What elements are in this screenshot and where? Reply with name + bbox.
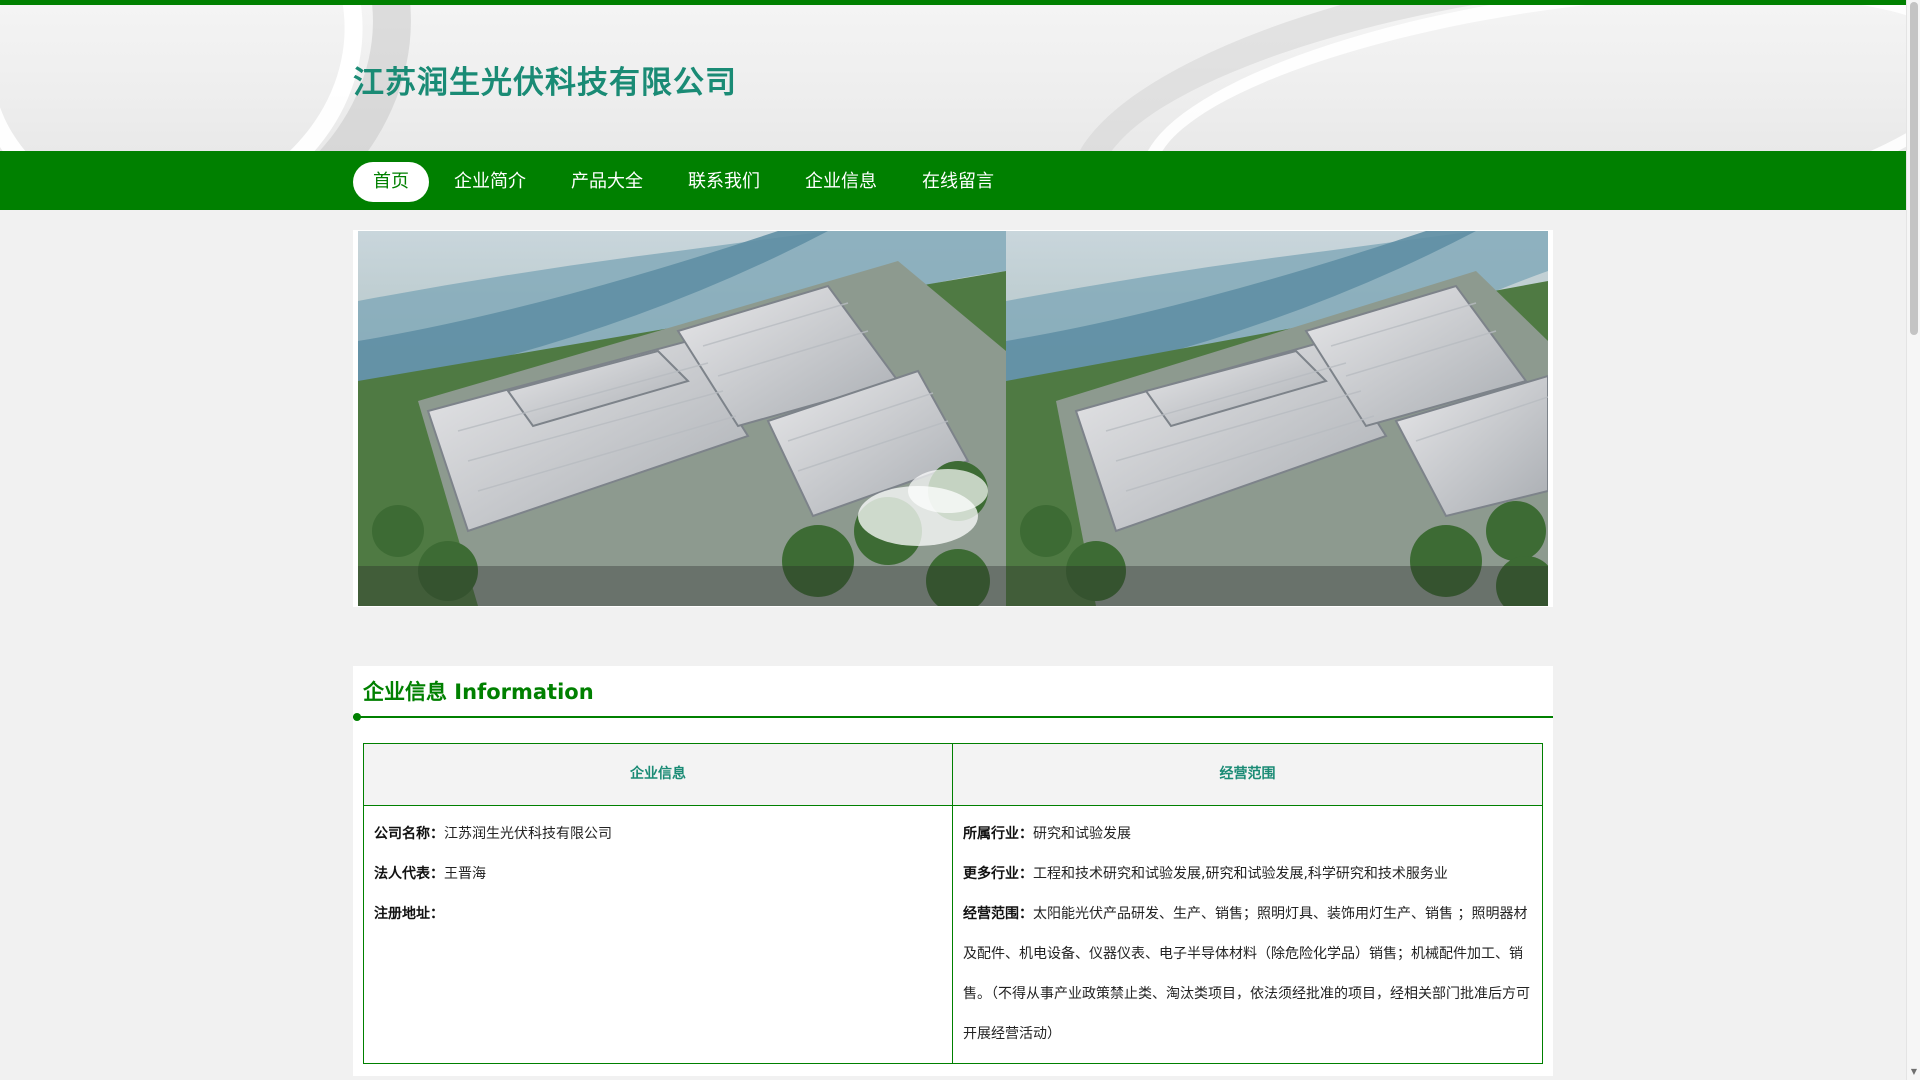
business-scope-column: 经营范围 所属行业：研究和试验发展 更多行业：工程和技术研究和试验发展,研究和试…	[953, 744, 1542, 1063]
nav-item-contact[interactable]: 联系我们	[675, 162, 773, 202]
field-label: 法人代表：	[374, 866, 444, 882]
site-title[interactable]: 江苏润生光伏科技有限公司	[353, 57, 737, 102]
company-info-column: 企业信息 公司名称：江苏润生光伏科技有限公司 法人代表：王晋海 注册地址：	[364, 744, 953, 1063]
banner-image-factory-aerial[interactable]	[358, 231, 1006, 606]
company-info-body: 公司名称：江苏润生光伏科技有限公司 法人代表：王晋海 注册地址：	[364, 806, 952, 934]
heading-dot-decoration	[353, 713, 361, 721]
header-swoosh-decoration	[1124, 5, 1906, 151]
field-label: 公司名称：	[374, 826, 444, 842]
business-scope-body: 所属行业：研究和试验发展 更多行业：工程和技术研究和试验发展,研究和试验发展,科…	[953, 806, 1542, 1054]
company-name-field: 公司名称：江苏润生光伏科技有限公司	[374, 814, 942, 854]
nav-item-products[interactable]: 产品大全	[558, 162, 656, 202]
field-value: 太阳能光伏产品研发、生产、销售；照明灯具、装饰用灯生产、销售 ；照明器材及配件、…	[963, 906, 1530, 1042]
section-heading: 企业信息 Information	[363, 680, 594, 704]
scrollbar-thumb[interactable]	[1910, 2, 1918, 335]
field-value: 研究和试验发展	[1033, 826, 1131, 842]
business-scope-header: 经营范围	[953, 744, 1542, 806]
more-industries-field: 更多行业：工程和技术研究和试验发展,研究和试验发展,科学研究和技术服务业	[963, 854, 1532, 894]
nav-item-company-info[interactable]: 企业信息	[792, 162, 890, 202]
legal-representative-field: 法人代表：王晋海	[374, 854, 942, 894]
nav-item-about[interactable]: 企业简介	[441, 162, 539, 202]
business-scope-field: 经营范围：太阳能光伏产品研发、生产、销售；照明灯具、装饰用灯生产、销售 ；照明器…	[963, 894, 1532, 1054]
field-value: 王晋海	[444, 866, 486, 882]
banner-caption-bar	[358, 566, 1548, 606]
field-value: 工程和技术研究和试验发展,研究和试验发展,科学研究和技术服务业	[1033, 866, 1448, 882]
field-label: 更多行业：	[963, 866, 1033, 882]
info-table: 企业信息 公司名称：江苏润生光伏科技有限公司 法人代表：王晋海 注册地址： 经营…	[363, 743, 1543, 1064]
field-label: 经营范围：	[963, 906, 1033, 922]
scroll-down-icon[interactable]: ▼	[1907, 1066, 1920, 1078]
field-label: 注册地址：	[374, 906, 444, 922]
company-info-header: 企业信息	[364, 744, 952, 806]
field-value: 江苏润生光伏科技有限公司	[444, 826, 612, 842]
nav-item-message[interactable]: 在线留言	[909, 162, 1007, 202]
industry-field: 所属行业：研究和试验发展	[963, 814, 1532, 854]
main-nav: 首页 企业简介 产品大全 联系我们 企业信息 在线留言	[0, 151, 1906, 210]
registered-address-field: 注册地址：	[374, 894, 942, 934]
banner-image-factory-aerial[interactable]	[1006, 231, 1548, 606]
page-scrollbar[interactable]: ▼	[1906, 0, 1920, 1080]
heading-underline	[353, 716, 1553, 718]
banner-slider[interactable]	[353, 230, 1553, 607]
field-label: 所属行业：	[963, 826, 1033, 842]
company-info-section: 企业信息 Information 企业信息 公司名称：江苏润生光伏科技有限公司 …	[353, 666, 1553, 1076]
site-header: 江苏润生光伏科技有限公司	[0, 5, 1906, 151]
nav-item-home[interactable]: 首页	[353, 162, 429, 202]
